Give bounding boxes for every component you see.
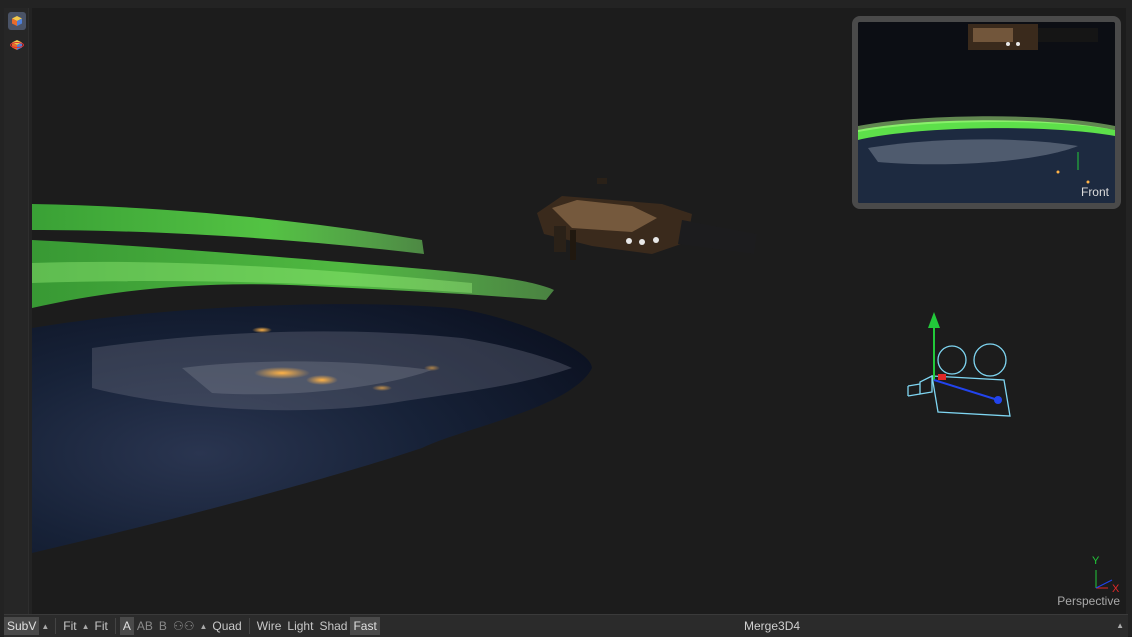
fit-dropdown-icon[interactable]: ▲ bbox=[82, 622, 90, 631]
3d-viewport[interactable]: Y X Front Perspective bbox=[32, 8, 1126, 614]
fit-all-button[interactable]: Fit bbox=[92, 617, 111, 635]
app-frame: Y X Front Perspective SubV ▲ Fit ▲ Fit A… bbox=[0, 0, 1132, 637]
divider bbox=[114, 618, 116, 634]
camera-gizmo bbox=[907, 343, 1011, 417]
b-buffer-button[interactable]: B bbox=[156, 617, 170, 635]
3d-view-icon[interactable] bbox=[8, 12, 26, 30]
subv-dropdown-icon[interactable]: ▲ bbox=[41, 622, 49, 631]
space-station bbox=[537, 178, 757, 260]
fast-button[interactable]: Fast bbox=[350, 617, 380, 635]
axis-triad bbox=[1095, 570, 1113, 589]
ab-compare-button[interactable]: AB bbox=[134, 617, 156, 635]
axis-y-label: Y bbox=[1092, 555, 1100, 567]
perspective-label: Perspective bbox=[1057, 594, 1120, 608]
view-type-strip bbox=[4, 8, 29, 614]
divider bbox=[248, 618, 250, 634]
lights-view-icon[interactable] bbox=[8, 36, 26, 54]
quad-button[interactable]: Quad bbox=[209, 617, 244, 635]
inset-view-label: Front bbox=[1080, 185, 1109, 199]
camera-axes bbox=[928, 312, 1002, 404]
node-name-label: Merge3D4 bbox=[744, 619, 801, 633]
wire-button[interactable]: Wire bbox=[254, 617, 285, 635]
divider bbox=[55, 618, 57, 634]
viewer-toolbar: SubV ▲ Fit ▲ Fit A AB B ⚇⚇ ▲ Quad Wire L… bbox=[4, 614, 1128, 637]
fit-button[interactable]: Fit bbox=[60, 617, 79, 635]
shad-button[interactable]: Shad bbox=[316, 617, 350, 635]
a-buffer-button[interactable]: A bbox=[119, 617, 134, 635]
subv-button[interactable]: SubV bbox=[4, 617, 40, 635]
light-button[interactable]: Light bbox=[284, 617, 316, 635]
earth-layer bbox=[32, 304, 592, 553]
front-inset-view[interactable]: Front bbox=[852, 16, 1121, 209]
aurora-layer bbox=[32, 204, 554, 308]
stereo-dropdown-icon[interactable]: ▲ bbox=[199, 622, 207, 631]
viewer-menu-icon[interactable]: ▲ bbox=[1116, 621, 1124, 630]
glasses-icon[interactable]: ⚇⚇ bbox=[170, 617, 198, 635]
inset-scene bbox=[858, 22, 1115, 203]
